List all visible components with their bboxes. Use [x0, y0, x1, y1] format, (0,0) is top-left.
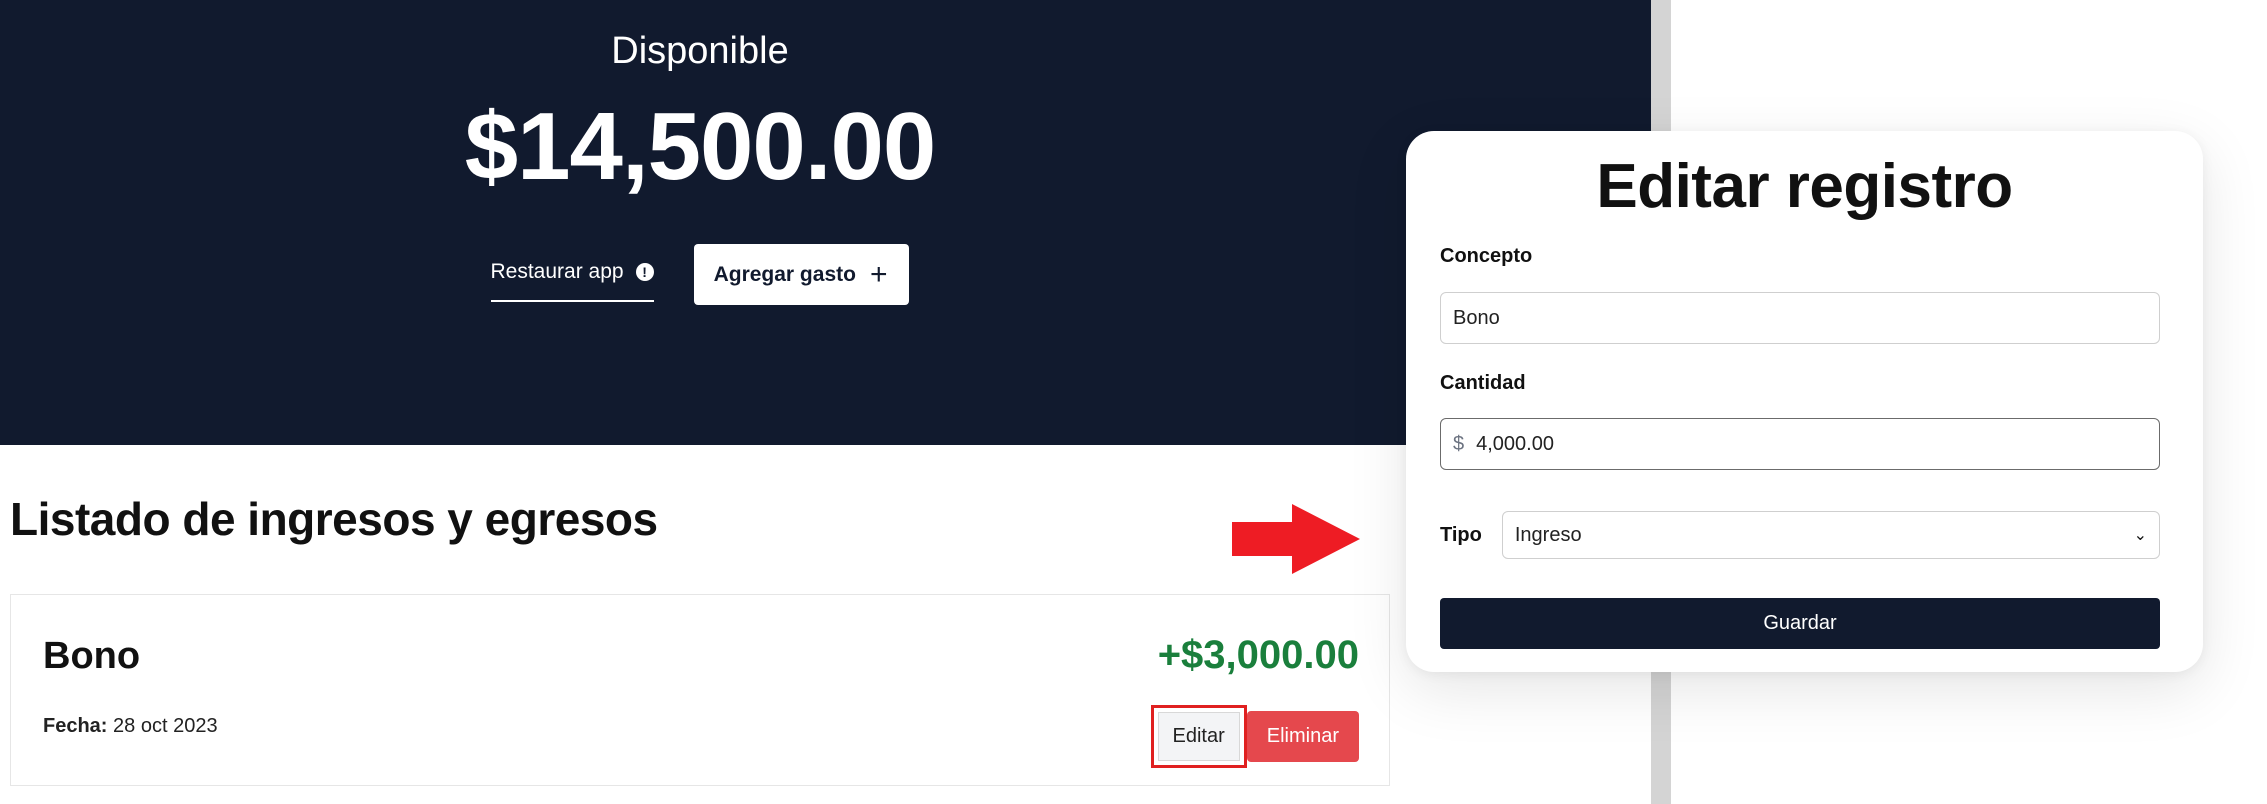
currency-symbol: $	[1453, 432, 1465, 455]
record-actions: Editar Eliminar	[1150, 705, 1359, 768]
record-date: Fecha: 28 oct 2023	[43, 715, 218, 738]
edit-button[interactable]: Editar	[1157, 712, 1240, 761]
type-label: Tipo	[1440, 523, 1482, 546]
pointer-arrow-icon	[1232, 504, 1360, 574]
list-title: Listado de ingresos y egresos	[10, 493, 658, 545]
modal-title: Editar registro	[1596, 152, 2013, 221]
app-main: Disponible $14,500.00 Restaurar app ! Ag…	[0, 0, 1651, 804]
chevron-down-icon: ⌄	[2133, 527, 2147, 544]
add-expense-button[interactable]: Agregar gasto +	[693, 244, 910, 305]
type-select-value: Ingreso	[1514, 523, 1582, 546]
balance-header: Disponible $14,500.00 Restaurar app ! Ag…	[0, 0, 1651, 445]
record-date-label: Fecha:	[43, 715, 108, 737]
edit-highlight-box: Editar	[1150, 705, 1247, 768]
restore-app-label: Restaurar app	[490, 259, 624, 283]
record-concept: Bono	[43, 635, 141, 677]
list-item: Bono +$3,000.00 Fecha: 28 oct 2023 Edita…	[10, 594, 1390, 786]
amount-label: Cantidad	[1440, 372, 1526, 394]
edit-record-modal: Editar registro Concepto Bono Cantidad $…	[1406, 131, 2203, 672]
type-row: Tipo Ingreso ⌄	[1440, 511, 2160, 559]
balance-amount: $14,500.00	[464, 93, 936, 200]
restore-app-button[interactable]: Restaurar app !	[490, 248, 654, 302]
record-amount: +$3,000.00	[1157, 633, 1359, 677]
alert-circle-icon: !	[635, 262, 654, 281]
type-select[interactable]: Ingreso ⌄	[1501, 511, 2160, 559]
add-expense-label: Agregar gasto	[713, 262, 856, 286]
delete-button[interactable]: Eliminar	[1246, 711, 1359, 762]
balance-label: Disponible	[611, 30, 789, 72]
header-actions: Restaurar app ! Agregar gasto +	[0, 244, 1400, 305]
record-date-value: 28 oct 2023	[113, 715, 218, 737]
amount-input[interactable]: $ 4,000.00	[1440, 418, 2160, 470]
concept-label: Concepto	[1440, 245, 1533, 267]
amount-value: 4,000.00	[1476, 432, 1554, 455]
concept-input[interactable]: Bono	[1440, 292, 2160, 344]
plus-icon: +	[869, 257, 888, 291]
save-button[interactable]: Guardar	[1440, 598, 2160, 649]
